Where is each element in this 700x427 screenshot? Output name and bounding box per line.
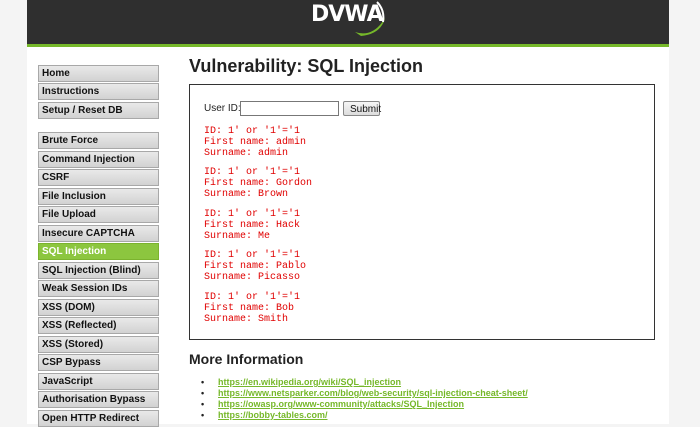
- result-first-name: First name: Pablo: [204, 261, 307, 272]
- menu-item-setup-reset-db[interactable]: Setup / Reset DB: [38, 102, 159, 119]
- logo-swoosh-icon: [355, 1, 385, 36]
- menu-item-weak-session-ids[interactable]: Weak Session IDs: [38, 280, 159, 297]
- result-block: ID: 1' or '1'='1 First name: admin Surname…: [204, 126, 306, 159]
- result-surname: Surname: Brown: [204, 189, 289, 200]
- result-surname: Surname: Picasso: [204, 272, 301, 283]
- result-first-name: First name: admin: [204, 137, 307, 148]
- result-block: ID: 1' or '1'='1 First name: Gordon Surnam…: [204, 167, 312, 200]
- menu-item-insecure-captcha[interactable]: Insecure CAPTCHA: [38, 225, 159, 242]
- header-accent-bar: [27, 44, 669, 47]
- link-netsparker[interactable]: https://www.netsparker.com/blog/web-secu…: [218, 388, 528, 398]
- menu-item-xss-reflected[interactable]: XSS (Reflected): [38, 317, 159, 334]
- menu-item-instructions[interactable]: Instructions: [38, 83, 159, 100]
- menu-item-xss-stored[interactable]: XSS (Stored): [38, 336, 159, 353]
- menu-item-open-http-redirect[interactable]: Open HTTP Redirect: [38, 410, 159, 427]
- menu-item-command-injection[interactable]: Command Injection: [38, 151, 159, 168]
- link-owasp[interactable]: https://owasp.org/www-community/attacks/…: [218, 399, 464, 409]
- userid-label: User ID:: [204, 103, 241, 114]
- result-id: ID: 1' or '1'='1: [204, 292, 301, 303]
- bullet-icon: •: [201, 410, 205, 420]
- bullet-icon: •: [201, 377, 205, 387]
- menu-item-brute-force[interactable]: Brute Force: [38, 132, 159, 149]
- submit-button[interactable]: Submit: [343, 101, 381, 116]
- result-surname: Surname: Smith: [204, 314, 289, 325]
- menu-item-xss-dom[interactable]: XSS (DOM): [38, 299, 159, 316]
- result-id: ID: 1' or '1'='1: [204, 167, 301, 178]
- link-bobby-tables[interactable]: https://bobby-tables.com/: [218, 410, 328, 420]
- header: DVWA: [27, 0, 669, 44]
- menu-item-csrf[interactable]: CSRF: [38, 169, 159, 186]
- menu-item-csp-bypass[interactable]: CSP Bypass: [38, 354, 159, 371]
- userid-input[interactable]: [240, 101, 339, 116]
- result-surname: Surname: admin: [204, 148, 289, 159]
- menu-item-sql-injection[interactable]: SQL Injection: [38, 243, 159, 260]
- menu-item-file-upload[interactable]: File Upload: [38, 206, 159, 223]
- result-first-name: First name: Hack: [204, 220, 301, 231]
- menu-item-sql-injection-blind[interactable]: SQL Injection (Blind): [38, 262, 159, 279]
- bullet-icon: •: [201, 388, 205, 398]
- menu-item-file-inclusion[interactable]: File Inclusion: [38, 188, 159, 205]
- menu-item-home[interactable]: Home: [38, 65, 159, 82]
- result-surname: Surname: Me: [204, 231, 271, 242]
- dvwa-logo[interactable]: DVWA: [311, 0, 391, 40]
- result-block: ID: 1' or '1'='1 First name: Bob Surname: …: [204, 292, 300, 325]
- result-first-name: First name: Bob: [204, 303, 295, 314]
- result-id: ID: 1' or '1'='1: [204, 209, 301, 220]
- bullet-icon: •: [201, 399, 205, 409]
- more-information-heading: More Information: [189, 351, 304, 367]
- result-id: ID: 1' or '1'='1: [204, 250, 301, 261]
- result-first-name: First name: Gordon: [204, 178, 313, 189]
- result-block: ID: 1' or '1'='1 First name: Pablo Surname…: [204, 250, 306, 283]
- page-title: Vulnerability: SQL Injection: [189, 56, 424, 76]
- vulnerability-box: User ID: Submit ID: 1' or '1'='1 First na…: [189, 84, 655, 340]
- page-container: DVWA Home Instructions Setup / Reset DB …: [27, 0, 669, 427]
- result-block: ID: 1' or '1'='1 First name: Hack Surname:…: [204, 209, 300, 242]
- result-id: ID: 1' or '1'='1: [204, 126, 301, 137]
- menu-item-javascript[interactable]: JavaScript: [38, 373, 159, 390]
- menu-item-authorisation-bypass[interactable]: Authorisation Bypass: [38, 391, 159, 408]
- link-wikipedia[interactable]: https://en.wikipedia.org/wiki/SQL_inject…: [218, 377, 401, 387]
